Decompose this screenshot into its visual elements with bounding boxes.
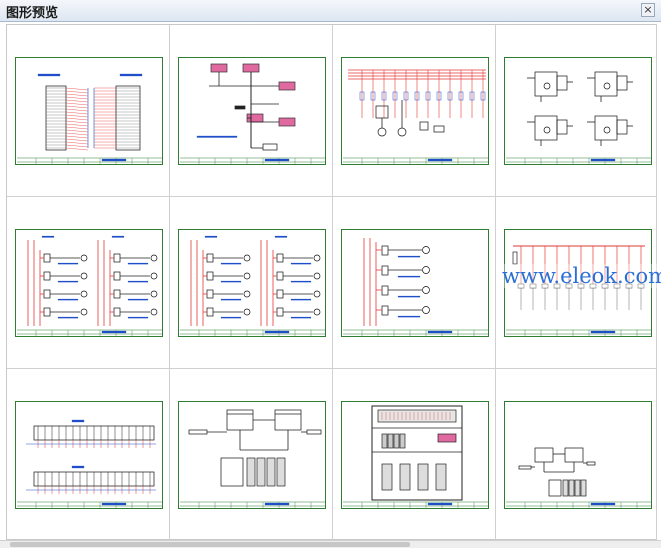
thumbnail-7[interactable] xyxy=(333,197,496,369)
schematic-drawing xyxy=(343,405,489,509)
drawing-sheet xyxy=(504,57,652,165)
schematic-drawing xyxy=(180,409,326,509)
drawing-sheet xyxy=(15,57,163,165)
drawing-sheet xyxy=(15,229,163,337)
thumbnail-12[interactable] xyxy=(496,369,657,541)
drawing-sheet xyxy=(178,229,326,337)
schematic-drawing xyxy=(343,238,489,337)
thumbnail-5[interactable] xyxy=(7,197,170,369)
thumbnail-10[interactable] xyxy=(170,369,333,541)
schematic-drawing xyxy=(180,235,326,337)
watermark-text: www.eleok.com xyxy=(502,264,661,288)
thumbnail-2[interactable] xyxy=(170,25,333,197)
scrollbar-thumb[interactable] xyxy=(10,542,410,547)
thumbnail-3[interactable] xyxy=(333,25,496,197)
drawing-sheet xyxy=(341,229,489,337)
schematic-drawing xyxy=(17,73,163,165)
drawing-sheet xyxy=(341,401,489,509)
preview-titlebar: 图形预览 × xyxy=(0,0,661,22)
schematic-drawing xyxy=(17,419,163,509)
thumbnail-4[interactable] xyxy=(496,25,657,197)
drawing-sheet xyxy=(178,57,326,165)
thumbnail-9[interactable] xyxy=(7,369,170,541)
schematic-drawing xyxy=(506,447,652,509)
schematic-drawing xyxy=(506,71,652,165)
drawing-sheet xyxy=(15,401,163,509)
window-title: 图形预览 xyxy=(6,6,59,21)
drawing-sheet xyxy=(504,401,652,509)
schematic-drawing xyxy=(17,235,163,337)
thumbnail-6[interactable] xyxy=(170,197,333,369)
horizontal-scrollbar[interactable] xyxy=(0,540,661,548)
schematic-drawing xyxy=(343,69,489,165)
close-icon[interactable]: × xyxy=(641,3,655,17)
thumbnail-1[interactable] xyxy=(7,25,170,197)
drawing-sheet xyxy=(341,57,489,165)
thumbnail-11[interactable] xyxy=(333,369,496,541)
schematic-drawing xyxy=(180,63,326,165)
drawing-sheet xyxy=(178,401,326,509)
